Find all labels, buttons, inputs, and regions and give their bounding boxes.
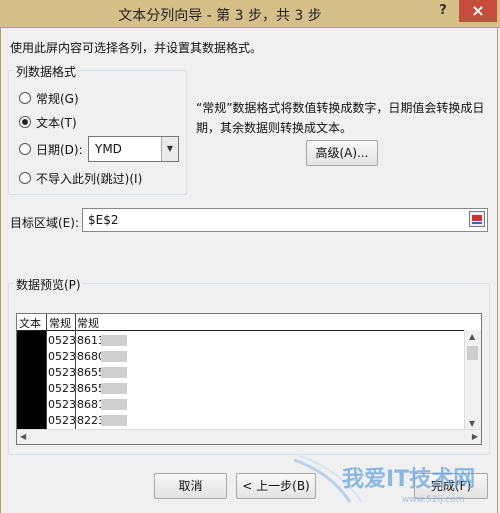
scroll-up-icon[interactable]: ▲ xyxy=(469,332,475,341)
chevron-down-icon[interactable]: ▼ xyxy=(161,137,178,161)
column-format-group-label: 列数据格式 xyxy=(14,63,79,80)
watermark-url: www.52ij.com xyxy=(402,495,465,505)
collapse-dialog-icon[interactable] xyxy=(469,211,485,227)
horizontal-scrollbar[interactable]: ◀ ▶ xyxy=(17,429,481,444)
destination-value: $E$2 xyxy=(88,213,119,227)
scroll-thumb[interactable] xyxy=(467,346,478,360)
preview-cell: 0523 xyxy=(48,414,76,427)
data-preview-pane[interactable]: 文本 常规 常规 0523 8613 0523 8680 0523 8655 0… xyxy=(16,313,482,445)
radio-date-label[interactable]: 日期(D): xyxy=(36,141,83,158)
date-format-value: YMD xyxy=(95,142,122,156)
scroll-left-icon[interactable]: ◀ xyxy=(20,432,26,441)
cancel-button[interactable]: 取消 xyxy=(154,473,227,499)
window-title: 文本分列向导 - 第 3 步，共 3 步 xyxy=(118,8,322,24)
scroll-right-icon[interactable]: ▶ xyxy=(472,432,478,441)
blurred-region xyxy=(101,367,127,378)
destination-field[interactable]: $E$2 xyxy=(82,208,488,232)
blurred-region xyxy=(101,415,127,426)
radio-general-label[interactable]: 常规(G) xyxy=(36,90,79,107)
preview-cell: 0523 xyxy=(48,382,76,395)
preview-header-cell[interactable]: 常规 xyxy=(77,315,99,331)
advanced-button[interactable]: 高级(A)... xyxy=(306,140,378,166)
watermark-text: 我爱IT技术网 xyxy=(342,467,475,492)
radio-date[interactable] xyxy=(19,143,31,155)
title-bar: 文本分列向导 - 第 3 步，共 3 步 ? × xyxy=(0,0,500,28)
preview-header-cell[interactable]: 文本 xyxy=(19,315,41,331)
format-description: “常规”数据格式将数值转换成数字，日期值会转换成日期，其余数据则转换成文本。 xyxy=(196,101,485,135)
vertical-scrollbar[interactable]: ▲ ▼ xyxy=(464,330,481,430)
radio-general[interactable] xyxy=(19,92,31,104)
selected-column[interactable] xyxy=(17,331,46,431)
blurred-region xyxy=(101,383,127,394)
radio-text[interactable] xyxy=(19,116,31,128)
preview-header: 文本 常规 常规 xyxy=(17,314,465,331)
blurred-region xyxy=(101,351,127,362)
radio-skip[interactable] xyxy=(19,172,31,184)
destination-label: 目标区域(E): xyxy=(10,216,79,230)
data-preview-label: 数据预览(P) xyxy=(14,276,83,293)
column-divider xyxy=(46,314,47,432)
preview-cell: 0523 xyxy=(48,366,76,379)
preview-cell: 0523 xyxy=(48,334,76,347)
blurred-region xyxy=(101,335,127,346)
radio-skip-label[interactable]: 不导入此列(跳过)(I) xyxy=(36,170,142,187)
scroll-down-icon[interactable]: ▼ xyxy=(469,419,475,428)
watermark-logo: 我爱IT技术网 www.52ij.com xyxy=(293,455,475,505)
preview-cell: 0523 xyxy=(48,350,76,363)
date-format-select[interactable]: YMD ▼ xyxy=(88,136,179,162)
instruction-text: 使用此屏内容可选择各列，并设置其数据格式。 xyxy=(10,41,263,55)
radio-text-label[interactable]: 文本(T) xyxy=(36,114,77,131)
close-button[interactable]: × xyxy=(459,0,497,22)
preview-cell: 0523 xyxy=(48,398,76,411)
blurred-region xyxy=(101,399,127,410)
preview-header-cell[interactable]: 常规 xyxy=(49,315,71,331)
help-button[interactable]: ? xyxy=(426,0,460,22)
